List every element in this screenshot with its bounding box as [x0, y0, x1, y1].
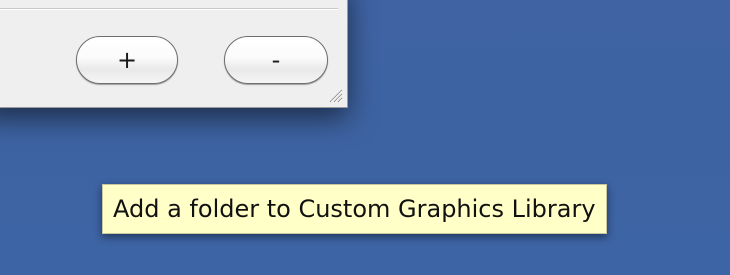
- library-window: + -: [0, 0, 348, 108]
- resize-grip-icon[interactable]: [327, 87, 343, 103]
- remove-button-label: -: [271, 46, 281, 74]
- add-folder-button[interactable]: +: [76, 36, 178, 84]
- remove-folder-button[interactable]: -: [224, 36, 328, 84]
- panel-divider-highlight: [0, 9, 338, 10]
- add-button-label: +: [116, 46, 138, 74]
- tooltip-text: Add a folder to Custom Graphics Library: [113, 195, 596, 223]
- tooltip: Add a folder to Custom Graphics Library: [102, 184, 607, 234]
